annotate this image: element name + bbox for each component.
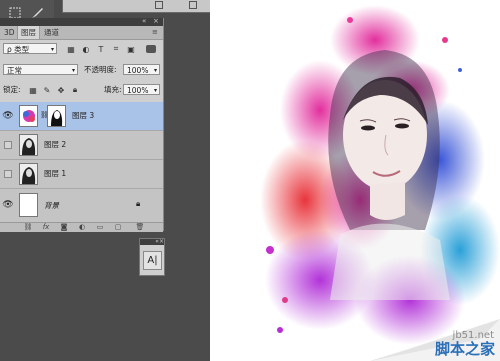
document-canvas[interactable]: jb51.net 脚本之家 (210, 0, 500, 361)
shape-filter-icon[interactable]: ⌗ (111, 44, 121, 54)
layers-panel: « × 3D 图层 通道 ≡ ρ 类型 ▾ ▦ ◐ T ⌗ ▣ 正常 ▾ 不透明… (0, 17, 164, 232)
layer-row[interactable]: 图层 2 (0, 131, 163, 160)
panel-menu-icon[interactable]: ≡ (152, 28, 158, 36)
close-icon[interactable]: × (153, 17, 159, 25)
layer-name: 背景 (44, 201, 59, 210)
tab-channels[interactable]: 通道 (41, 26, 62, 39)
artwork-image (210, 0, 500, 361)
chevron-down-icon: ▾ (153, 87, 157, 94)
layer-thumbnail (19, 163, 38, 185)
lock-row: 锁定: ▦ ✎ ✥ 🔒︎ 填充: 100% ▾ (0, 82, 163, 98)
layer-row[interactable]: 👁︎ ⛓︎ 图层 3 (0, 102, 163, 131)
panel-button-icon[interactable] (189, 1, 197, 9)
panel-button-icon[interactable] (155, 1, 163, 9)
blend-mode-select[interactable]: 正常 ▾ (3, 64, 78, 75)
fill-label: 填充: (104, 85, 122, 94)
eye-icon[interactable]: 👁︎ (2, 200, 13, 210)
panel-header-bar: «× (140, 239, 164, 245)
filter-toggle-icon[interactable] (146, 45, 156, 53)
lock-all-icon[interactable]: 🔒︎ (70, 85, 80, 95)
chevron-down-icon: ▾ (50, 46, 54, 53)
adjustment-layer-icon[interactable]: ◐ (76, 223, 88, 232)
lock-image-icon[interactable]: ✎ (42, 85, 52, 95)
filter-type-select[interactable]: ρ 类型 ▾ (3, 43, 57, 54)
add-mask-icon[interactable]: ◙ (58, 223, 70, 232)
pixel-filter-icon[interactable]: ▦ (66, 44, 76, 54)
lock-icon: 🔒︎ (136, 199, 141, 208)
character-panel-button[interactable]: A| (143, 251, 162, 270)
filter-row: ρ 类型 ▾ ▦ ◐ T ⌗ ▣ (0, 41, 163, 57)
layer-name: 图层 1 (44, 169, 67, 178)
new-layer-icon[interactable]: ▢ (112, 223, 124, 232)
layer-name: 图层 3 (72, 111, 95, 120)
tab-layers[interactable]: 图层 (17, 26, 40, 39)
layer-thumbnail (19, 105, 38, 127)
eye-icon[interactable]: 👁︎ (2, 111, 13, 121)
layer-thumbnail (19, 134, 38, 156)
chevron-down-icon: ▾ (153, 67, 157, 74)
layer-row[interactable]: 图层 1 (0, 160, 163, 189)
visibility-toggle[interactable] (4, 170, 12, 178)
lock-position-icon[interactable]: ✥ (56, 85, 66, 95)
link-layers-icon[interactable]: ⛓︎ (22, 223, 34, 232)
lock-transparent-icon[interactable]: ▦ (28, 85, 38, 95)
lock-label: 锁定: (3, 85, 21, 94)
opacity-field[interactable]: 100% ▾ (123, 64, 160, 75)
character-panel: «× A| (139, 238, 165, 276)
opacity-value: 100% (127, 66, 149, 75)
visibility-toggle[interactable] (4, 141, 12, 149)
layers-list: 👁︎ ⛓︎ 图层 3 图层 2 图层 1 👁︎ 背景 🔒︎ (0, 102, 163, 222)
layers-bottom-bar: ⛓︎ fx ◙ ◐ ▭ ▢ 🗑︎ (0, 222, 163, 232)
collapse-icon[interactable]: « (142, 17, 146, 25)
folder-icon[interactable]: ▭ (94, 223, 106, 232)
opacity-label: 不透明度: (84, 65, 117, 74)
layer-name: 图层 2 (44, 140, 67, 149)
layer-thumbnail (19, 193, 38, 217)
layer-row[interactable]: 👁︎ 背景 🔒︎ (0, 189, 163, 222)
fill-value: 100% (127, 86, 149, 95)
chevron-down-icon: ▾ (71, 67, 75, 74)
watermark: jb51.net 脚本之家 (370, 319, 500, 361)
panel-header-bar: « × (0, 17, 163, 26)
adjustment-filter-icon[interactable]: ◐ (81, 44, 91, 54)
blend-row: 正常 ▾ 不透明度: 100% ▾ (0, 62, 163, 78)
fx-icon[interactable]: fx (40, 223, 52, 232)
layer-mask-thumbnail[interactable] (47, 105, 66, 127)
smart-object-filter-icon[interactable]: ▣ (126, 44, 136, 54)
panel-tabs: 3D 图层 通道 ≡ (0, 26, 163, 40)
tab-3d[interactable]: 3D (1, 26, 18, 39)
filter-select-label: ρ 类型 (7, 45, 30, 54)
trash-icon[interactable]: 🗑︎ (134, 223, 146, 232)
watermark-name: 脚本之家 (434, 340, 495, 358)
fill-field[interactable]: 100% ▾ (123, 84, 160, 95)
type-filter-icon[interactable]: T (96, 44, 106, 54)
mini-panel-top (62, 0, 212, 13)
blend-mode-label: 正常 (7, 66, 22, 75)
